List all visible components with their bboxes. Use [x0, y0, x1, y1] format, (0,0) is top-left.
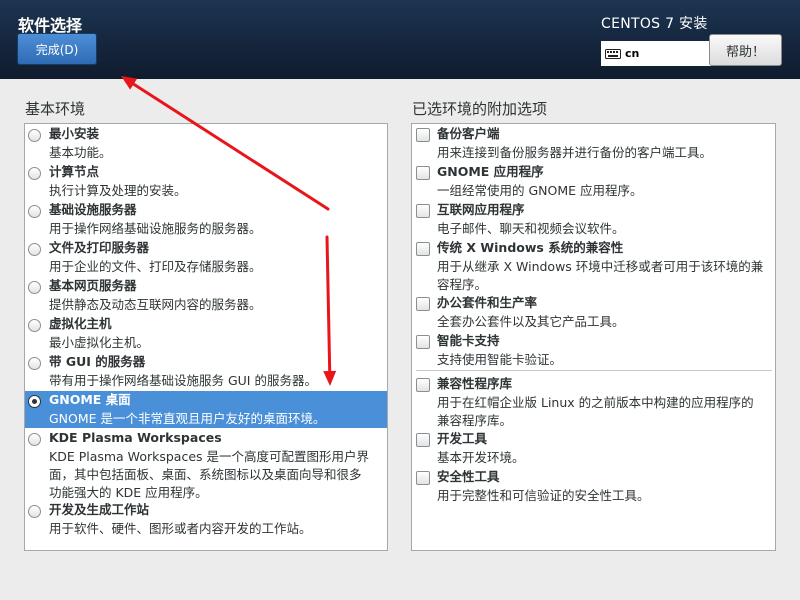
environment-option[interactable]: 文件及打印服务器用于企业的文件、打印及存储服务器。 — [25, 239, 387, 276]
environment-description: 面，其中包括面板、桌面、系统图标以及桌面向导和很多 — [49, 467, 362, 482]
checkbox[interactable] — [416, 297, 430, 311]
addon-description: 一组经常使用的 GNOME 应用程序。 — [437, 183, 643, 198]
checkbox[interactable] — [416, 471, 430, 485]
environment-name: KDE Plasma Workspaces — [49, 430, 222, 445]
radio-button[interactable] — [28, 167, 41, 180]
addon-option[interactable]: 备份客户端用来连接到备份服务器并进行备份的客户端工具。 — [412, 125, 775, 162]
keyboard-icon — [605, 48, 621, 59]
environment-description: 最小虚拟化主机。 — [49, 335, 150, 350]
addons-heading: 已选环境的附加选项 — [412, 100, 548, 118]
addon-option[interactable]: 开发工具基本开发环境。 — [412, 430, 775, 467]
addon-name: 智能卡支持 — [437, 333, 500, 348]
environment-description: KDE Plasma Workspaces 是一个高度可配置图形用户界 — [49, 449, 369, 464]
addon-option[interactable]: 传统 X Windows 系统的兼容性用于从继承 X Windows 环境中迁移… — [412, 239, 775, 294]
addon-name: 安全性工具 — [437, 469, 500, 484]
environment-name: 文件及打印服务器 — [49, 240, 150, 255]
radio-button[interactable] — [28, 205, 41, 218]
radio-button[interactable] — [28, 243, 41, 256]
addon-description: 用于完整性和可信验证的安全性工具。 — [437, 488, 650, 503]
addon-option[interactable]: 办公套件和生产率全套办公套件以及其它产品工具。 — [412, 294, 775, 331]
environment-description: 提供静态及动态互联网内容的服务器。 — [49, 297, 262, 312]
checkbox[interactable] — [416, 128, 430, 142]
done-button[interactable]: 完成(D) — [17, 33, 97, 65]
addon-option[interactable]: 互联网应用程序电子邮件、聊天和视频会议软件。 — [412, 201, 775, 238]
radio-button[interactable] — [28, 395, 41, 408]
environment-name: 计算节点 — [49, 164, 100, 179]
help-button[interactable]: 帮助！ — [709, 34, 782, 66]
environment-description: GNOME 是一个非常直观且用户友好的桌面环境。 — [49, 411, 326, 426]
environment-description: 功能强大的 KDE 应用程序。 — [49, 485, 208, 500]
environment-name: 开发及生成工作站 — [49, 502, 150, 517]
environment-name: GNOME 桌面 — [49, 392, 131, 407]
environment-option[interactable]: 开发及生成工作站用于软件、硬件、图形或者内容开发的工作站。 — [25, 501, 387, 538]
environment-option[interactable]: 最小安装 基本功能。 — [25, 125, 387, 162]
environment-description: 用于软件、硬件、图形或者内容开发的工作站。 — [49, 521, 312, 536]
radio-button[interactable] — [28, 129, 41, 142]
checkbox[interactable] — [416, 433, 430, 447]
checkbox[interactable] — [416, 166, 430, 180]
addon-description: 兼容程序库。 — [437, 413, 513, 428]
environment-option[interactable]: KDE Plasma Workspaces KDE Plasma Workspac… — [25, 429, 387, 502]
product-title: CENTOS 7 安装 — [601, 16, 708, 32]
addon-option[interactable]: 兼容性程序库用于在红帽企业版 Linux 的之前版本中构建的应用程序的 兼容程序库… — [412, 375, 775, 430]
addon-divider — [416, 370, 772, 371]
environment-name: 带 GUI 的服务器 — [49, 354, 146, 369]
radio-button[interactable] — [28, 357, 41, 370]
environment-description: 用于企业的文件、打印及存储服务器。 — [49, 259, 262, 274]
environment-description: 带有用于操作网络基础设施服务 GUI 的服务器。 — [49, 373, 317, 388]
environment-option[interactable]: 带 GUI 的服务器带有用于操作网络基础设施服务 GUI 的服务器。 — [25, 353, 387, 390]
addon-description: 用于从继承 X Windows 环境中迁移或者可用于该环境的兼 — [437, 259, 764, 274]
addon-description: 容程序。 — [437, 277, 488, 292]
environment-description: 执行计算及处理的安装。 — [49, 183, 187, 198]
addon-description: 用于在红帽企业版 Linux 的之前版本中构建的应用程序的 — [437, 395, 754, 410]
addon-name: GNOME 应用程序 — [437, 164, 544, 179]
environment-option[interactable]: 基本网页服务器提供静态及动态互联网内容的服务器。 — [25, 277, 387, 314]
addon-description: 全套办公套件以及其它产品工具。 — [437, 314, 625, 329]
radio-button[interactable] — [28, 319, 41, 332]
base-environment-list: 最小安装基本功能。计算节点执行计算及处理的安装。 基础设施服务器用于操作网络基础设… — [24, 123, 388, 551]
environment-option[interactable]: 基础设施服务器用于操作网络基础设施服务的服务器。 — [25, 201, 387, 238]
environment-description: 基本功能。 — [49, 145, 112, 160]
environment-name: 虚拟化主机 — [49, 316, 112, 331]
keyboard-layout-indicator[interactable]: cn — [601, 41, 713, 66]
addon-name: 办公套件和生产率 — [437, 295, 538, 310]
checkbox[interactable] — [416, 335, 430, 349]
addon-option[interactable]: GNOME 应用程序一组经常使用的 GNOME 应用程序。 — [412, 163, 775, 200]
checkbox[interactable] — [416, 204, 430, 218]
radio-button[interactable] — [28, 281, 41, 294]
environment-option[interactable]: 计算节点执行计算及处理的安装。 — [25, 163, 387, 200]
addon-description: 支持使用智能卡验证。 — [437, 352, 563, 367]
radio-button[interactable] — [28, 505, 41, 518]
keyboard-layout-label: cn — [625, 47, 640, 60]
addon-name: 互联网应用程序 — [437, 202, 525, 217]
addon-name: 传统 X Windows 系统的兼容性 — [437, 240, 624, 255]
addon-name: 开发工具 — [437, 431, 488, 446]
checkbox[interactable] — [416, 378, 430, 392]
checkbox[interactable] — [416, 242, 430, 256]
base-environment-heading: 基本环境 — [25, 100, 86, 118]
addon-option[interactable]: 安全性工具用于完整性和可信验证的安全性工具。 — [412, 468, 775, 505]
environment-option[interactable]: 虚拟化主机最小虚拟化主机。 — [25, 315, 387, 352]
environment-name: 基本网页服务器 — [49, 278, 137, 293]
environment-name: 最小安装 — [49, 126, 100, 141]
environment-name: 基础设施服务器 — [49, 202, 137, 217]
addon-description: 电子邮件、聊天和视频会议软件。 — [437, 221, 625, 236]
addon-name: 兼容性程序库 — [437, 376, 513, 391]
addon-description: 基本开发环境。 — [437, 450, 525, 465]
environment-option[interactable]: GNOME 桌面 GNOME 是一个非常直观且用户友好的桌面环境。 — [25, 391, 387, 428]
addon-option[interactable]: 智能卡支持支持使用智能卡验证。 — [412, 332, 775, 369]
addon-description: 用来连接到备份服务器并进行备份的客户端工具。 — [437, 145, 713, 160]
addons-list: 备份客户端 用来连接到备份服务器并进行备份的客户端工具。 GNOME 应用程序 一组经… — [411, 123, 776, 551]
environment-description: 用于操作网络基础设施服务的服务器。 — [49, 221, 262, 236]
radio-button[interactable] — [28, 433, 41, 446]
header-bar: 软件选择 完成(D) CENTOS 7 安装 cn 帮助！ — [0, 0, 800, 79]
addon-name: 备份客户端 — [437, 126, 500, 141]
